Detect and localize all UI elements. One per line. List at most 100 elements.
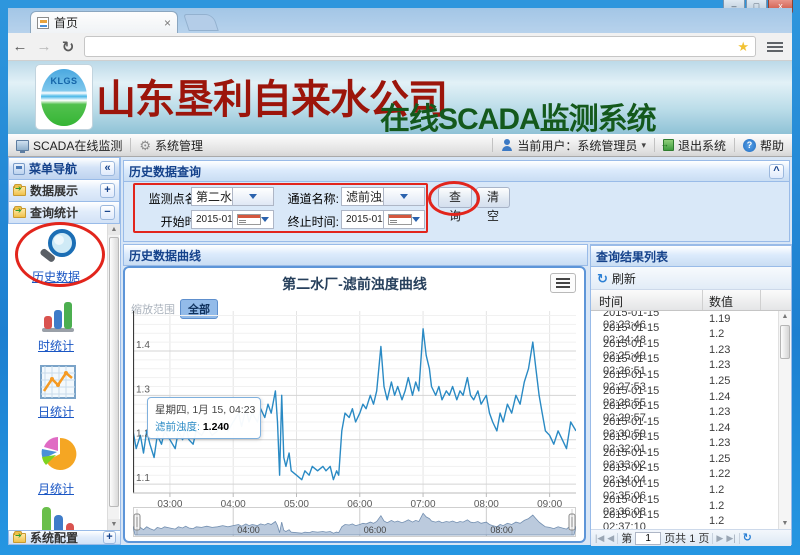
system-name: 在线SCADA监测系统 [380, 94, 656, 134]
channel-select[interactable]: 滤前浊度 [341, 187, 425, 206]
bar-chart-icon[interactable] [40, 298, 76, 334]
refresh-button[interactable]: 刷新 [612, 270, 636, 287]
sidebar-item-month-stats[interactable]: 月统计 [8, 480, 104, 497]
app-menubar: SCADA在线监测 ⚙ 系统管理 当前用户：系统管理员 ▾ 退出系统 ? 帮助 [8, 134, 792, 157]
scroll-down-icon[interactable]: ▼ [108, 519, 120, 530]
page-number-input[interactable] [635, 532, 661, 545]
results-scrollbar[interactable]: ▲ ▼ [778, 311, 791, 529]
query-panel-title: 历史数据查询 [129, 163, 769, 180]
pager-refresh-button[interactable]: ↻ [743, 532, 752, 545]
last-page-button[interactable]: ▶| [726, 533, 735, 544]
scroll-down-icon[interactable]: ▼ [779, 518, 791, 529]
refresh-icon: ↻ [597, 272, 608, 285]
help-icon: ? [743, 139, 756, 152]
grid-header: 时间 数值 [591, 290, 791, 311]
calendar-icon[interactable] [232, 211, 273, 228]
cell-value: 1.23 [703, 406, 761, 418]
prev-page-button[interactable]: ◀ [607, 533, 614, 544]
column-header-value[interactable]: 数值 [703, 290, 761, 310]
logout-button[interactable]: 退出系统 [655, 134, 734, 156]
sidebar-header: 菜单导航 « [8, 157, 120, 180]
group-label: 系统配置 [30, 529, 78, 546]
query-panel: 历史数据查询 ^ 监测点名称: 第二水厂 通道名称: 滤前浊度 开始时间: 20… [123, 160, 790, 242]
folder-icon [13, 186, 26, 196]
forward-button[interactable]: → [32, 38, 56, 55]
magnifier-icon[interactable] [36, 228, 80, 268]
table-row[interactable]: 2015-01-15 02:37:101.2 [591, 513, 791, 529]
scroll-up-icon[interactable]: ▲ [779, 311, 791, 322]
scrollbar-thumb[interactable] [109, 237, 119, 507]
chart-panel: 历史数据曲线 第二水厂-滤前浊度曲线 缩放范围 全部 1.11.21.31.40… [123, 244, 588, 545]
search-button[interactable]: 查询 [438, 187, 472, 208]
svg-text:1.1: 1.1 [136, 473, 150, 484]
chart-menu-icon[interactable] [550, 273, 576, 293]
sidebar-collapse-button[interactable]: « [100, 161, 115, 176]
pie-chart-icon[interactable] [38, 435, 78, 473]
cell-value: 1.23 [703, 437, 761, 449]
reload-button[interactable]: ↻ [56, 38, 80, 56]
help-button[interactable]: ? 帮助 [735, 134, 792, 156]
station-select[interactable]: 第二水厂 [191, 187, 274, 206]
dropdown-trigger-icon[interactable] [232, 188, 273, 205]
cell-value: 1.2 [703, 515, 761, 527]
bar-chart-partial-icon[interactable] [40, 505, 76, 530]
chart-panel-title: 历史数据曲线 [129, 247, 201, 264]
chart-title: 第二水厂-滤前浊度曲线 [125, 274, 584, 294]
start-time-input[interactable]: 2015-01-14 00:00 [191, 210, 274, 229]
browser-tab[interactable]: 首页 × [30, 11, 178, 33]
chart-body: 第二水厂-滤前浊度曲线 缩放范围 全部 1.11.21.31.403:0004:… [123, 266, 586, 543]
folder-icon [13, 533, 26, 543]
sidebar-group-system-config[interactable]: 系统配置 + [8, 530, 121, 545]
new-tab-button[interactable] [183, 14, 219, 31]
scrollbar-thumb[interactable] [780, 325, 790, 359]
panel-collapse-icon[interactable]: ^ [769, 164, 784, 179]
results-panel: 查询结果列表 ↻ 刷新 时间 数值 2015-01-15 02:23:461.1… [590, 244, 792, 545]
clear-button[interactable]: 清空 [476, 187, 510, 208]
current-user-label: 当前用户：系统管理员 [517, 137, 637, 154]
sidebar-scrollbar[interactable]: ▲ ▼ [107, 224, 119, 530]
back-button[interactable]: ← [8, 38, 32, 55]
logo-emblem-icon: KLGS [41, 69, 87, 126]
scroll-up-icon[interactable]: ▲ [108, 224, 120, 235]
dropdown-trigger-icon[interactable] [383, 188, 425, 205]
end-time-input[interactable]: 2015-01-15 09:25 [341, 210, 425, 229]
channel-label: 通道名称: [279, 190, 339, 207]
sidebar-item-hour-stats[interactable]: 时统计 [8, 337, 104, 354]
menu-sysmgmt[interactable]: ⚙ 系统管理 [131, 134, 211, 156]
favicon-icon [37, 17, 49, 29]
menu-scada[interactable]: SCADA在线监测 [8, 134, 130, 156]
query-form: 监测点名称: 第二水厂 通道名称: 滤前浊度 开始时间: 2015-01-14 … [123, 182, 790, 242]
sidebar-nav-body: 历史数据 时统计 日统计 [8, 224, 120, 530]
monitor-icon [16, 140, 29, 151]
first-page-button[interactable]: |◀ [595, 533, 604, 544]
page-suffix: 页共 1 页 [664, 530, 709, 546]
cell-value: 1.25 [703, 453, 761, 465]
browser-menu-icon[interactable] [764, 40, 786, 54]
results-rows: 2015-01-15 02:23:461.192015-01-15 02:24:… [591, 311, 791, 529]
column-header-time[interactable]: 时间 [591, 290, 703, 310]
collapse-icon[interactable]: − [100, 205, 115, 220]
channel-value: 滤前浊度 [342, 188, 383, 205]
sidebar-group-data-display[interactable]: 数据展示 + [8, 180, 120, 202]
sidebar-group-query-stats[interactable]: 查询统计 − [8, 202, 120, 224]
tooltip-value: 1.240 [203, 421, 229, 433]
current-user-menu[interactable]: 当前用户：系统管理员 ▾ [493, 134, 654, 156]
cell-value: 1.19 [703, 313, 761, 325]
cell-value: 1.23 [703, 344, 761, 356]
calendar-icon[interactable] [383, 211, 425, 228]
bookmark-star-icon[interactable]: ★ [737, 39, 749, 55]
chart-navigator[interactable]: 04:0006:0008:00 [133, 507, 576, 539]
address-bar[interactable]: ★ [84, 36, 756, 57]
sidebar-title: 菜单导航 [29, 160, 96, 177]
line-chart-icon[interactable] [40, 365, 76, 399]
expand-icon[interactable]: + [103, 531, 116, 544]
folder-icon [13, 208, 26, 218]
screenshot-root: – □ x 首页 × ← → ↻ ★ KLGS 山东垦利自来水公司 在线SCAD… [0, 0, 800, 555]
next-page-button[interactable]: ▶ [716, 533, 723, 544]
sidebar-item-history-data[interactable]: 历史数据 [8, 268, 104, 285]
cell-value: 1.2 [703, 328, 761, 340]
tab-close-icon[interactable]: × [164, 17, 171, 29]
sidebar-item-day-stats[interactable]: 日统计 [8, 403, 104, 420]
results-panel-header: 查询结果列表 [591, 245, 791, 267]
expand-icon[interactable]: + [100, 183, 115, 198]
